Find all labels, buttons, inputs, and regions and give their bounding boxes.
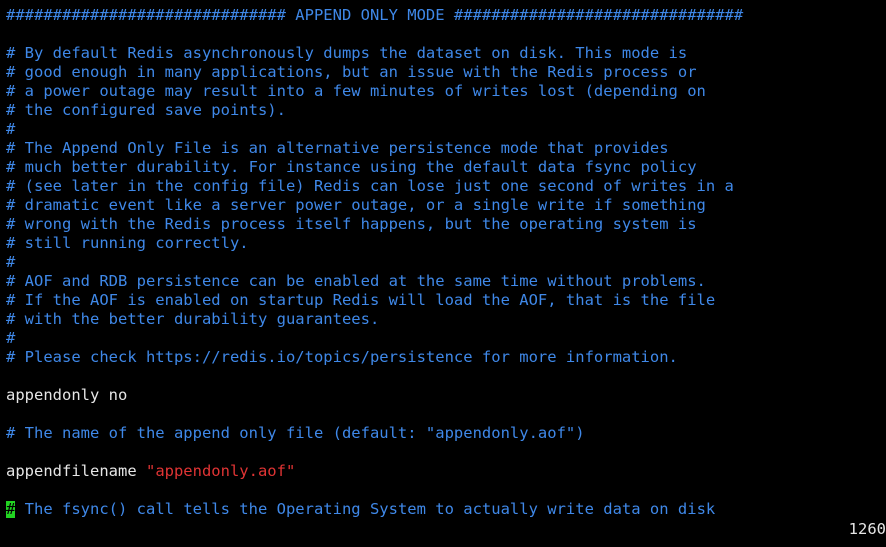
comment-line: #: [6, 253, 16, 271]
text-cursor[interactable]: #: [6, 501, 16, 518]
comment-line: # still running correctly.: [6, 234, 249, 252]
comment-line: # wrong with the Redis process itself ha…: [6, 215, 697, 233]
appendfilename-key: appendfilename: [6, 462, 146, 480]
comment-line: # with the better durability guarantees.: [6, 310, 380, 328]
comment-line: # (see later in the config file) Redis c…: [6, 177, 734, 195]
filename-comment: # The name of the append only file (defa…: [6, 424, 585, 442]
comment-line: # If the AOF is enabled on startup Redis…: [6, 291, 716, 309]
line-number-indicator: 1260: [848, 520, 886, 538]
comment-line: # much better durability. For instance u…: [6, 158, 697, 176]
comment-line: #: [6, 329, 16, 347]
comment-line: # AOF and RDB persistence can be enabled…: [6, 272, 706, 290]
comment-line: # good enough in many applications, but …: [6, 63, 697, 81]
appendfilename-directive: appendfilename "appendonly.aof": [6, 462, 295, 481]
terminal-window[interactable]: ############################## APPEND ON…: [0, 0, 886, 547]
appendonly-directive: appendonly no: [6, 386, 128, 404]
comment-line: # a power outage may result into a few m…: [6, 82, 706, 100]
fsync-comment-line: # The fsync() call tells the Operating S…: [6, 500, 715, 519]
comment-line: #: [6, 120, 16, 138]
comment-line: # The Append Only File is an alternative…: [6, 139, 669, 157]
comment-line: # Please check https://redis.io/topics/p…: [6, 348, 678, 366]
section-header: ############################## APPEND ON…: [6, 6, 744, 24]
comment-line: # the configured save points).: [6, 101, 286, 119]
comment-line: # dramatic event like a server power out…: [6, 196, 706, 214]
appendfilename-value: "appendonly.aof": [145, 462, 296, 480]
fsync-comment-text: The fsync() call tells the Operating Sys…: [15, 500, 716, 518]
comment-line: # By default Redis asynchronously dumps …: [6, 44, 688, 62]
